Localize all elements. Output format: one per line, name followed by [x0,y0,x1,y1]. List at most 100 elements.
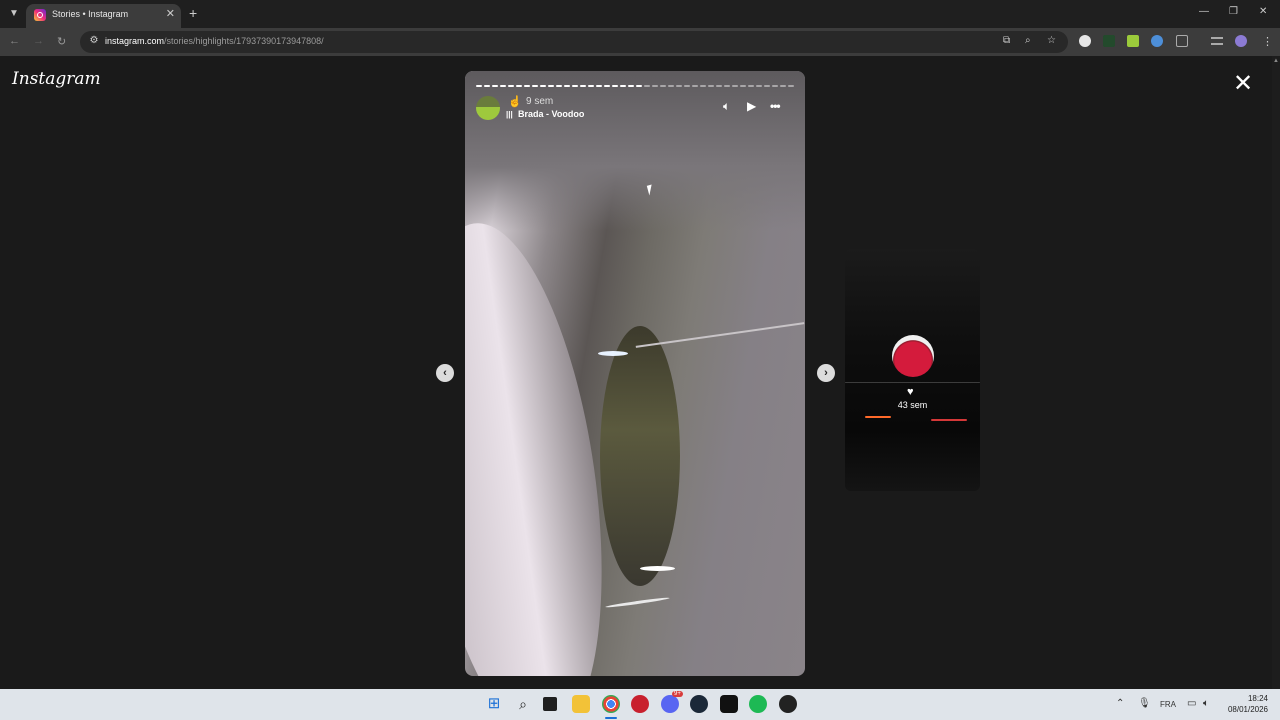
play-icon[interactable]: ▶ [747,99,756,113]
progress-segment [492,85,498,87]
progress-segment [484,85,490,87]
preview-horizon [845,382,980,383]
task-view-icon[interactable] [543,697,557,711]
progress-segment [580,85,586,87]
story-viewer[interactable]: ☝ 9 sem ||| Brada - Voodoo 🔈︎ ▶ ••• [465,71,805,676]
story-time-ago: 9 sem [526,96,554,107]
browser-menu-icon[interactable]: ⋮ [1262,35,1273,48]
progress-segment [556,85,562,87]
chrome-icon[interactable] [602,695,620,713]
progress-segment [716,85,722,87]
progress-segment [756,85,762,87]
extension-3-icon[interactable] [1127,35,1139,47]
progress-segment [612,85,618,87]
next-story-preview[interactable]: ♥ 43 sem [845,249,980,491]
page-scrollbar[interactable] [1272,56,1280,689]
preview-light [931,419,967,421]
next-story-button[interactable]: › [817,364,835,382]
progress-segment [604,85,610,87]
minimize-button[interactable]: — [1199,6,1209,17]
progress-segment [764,85,770,87]
spotify-icon[interactable] [749,695,767,713]
instagram-favicon-icon [34,9,46,21]
close-stories-icon[interactable]: ✕ [1233,72,1253,96]
window-close-button[interactable]: ✕ [1259,6,1267,17]
star-icon[interactable]: ☆ [1047,35,1056,46]
new-tab-button[interactable]: + [189,5,197,21]
volume-icon[interactable]: 🔈︎ [723,99,730,114]
progress-segment [508,85,514,87]
tab-title: Stories • Instagram [52,9,129,19]
clock-time: 18:24 [1247,694,1268,703]
progress-segment [740,85,746,87]
extension-1-icon[interactable] [1079,35,1091,47]
progress-segment [564,85,570,87]
tray-overflow-icon[interactable]: ⌃ [1116,698,1124,709]
speaker-icon[interactable]: 🔈︎ [1203,698,1209,709]
progress-segment [692,85,698,87]
progress-segment [788,85,794,87]
progress-segment [700,85,706,87]
tab-instagram-stories[interactable]: Stories • Instagram ✕ [26,4,181,28]
app-black-icon[interactable] [720,695,738,713]
tab-search-chevron-icon[interactable]: ▼ [6,6,22,22]
reading-list-icon[interactable] [1211,37,1223,45]
extension-4-icon[interactable] [1151,35,1163,47]
scroll-up-icon[interactable]: ▲ [1272,58,1280,64]
instagram-logo[interactable]: Instagram [12,69,101,89]
progress-segment [588,85,594,87]
clock-date: 08/01/2026 [1227,705,1268,714]
network-icon[interactable]: ▭ [1187,698,1196,709]
avatar[interactable] [476,96,500,120]
taskbar-clock[interactable]: 18:24 08/01/2026 [1218,693,1268,715]
blur-rail [635,322,805,348]
tab-close-icon[interactable]: ✕ [166,7,175,20]
progress-segment [676,85,682,87]
address-bar[interactable]: ⚙ instagram.com/stories/highlights/17937… [80,31,1068,53]
preview-time-ago: 43 sem [897,400,928,410]
windows-start-icon[interactable]: ⊞ [485,695,503,713]
progress-segment [476,85,482,87]
music-bars-icon: ||| [506,110,513,119]
reload-icon[interactable]: ↻ [57,35,66,48]
previous-story-button[interactable]: ‹ [436,364,454,382]
forward-icon[interactable]: → [33,35,44,47]
blur-light [605,596,670,609]
browser-tab-strip: ▼ Stories • Instagram ✕ + — ❐ ✕ [0,0,1280,28]
extension-2-icon[interactable] [1103,35,1115,47]
progress-segment [724,85,730,87]
cast-icon[interactable]: ⧉ [1003,35,1010,46]
steam-icon[interactable] [690,695,708,713]
maximize-button[interactable]: ❐ [1229,6,1238,17]
progress-segment [644,85,650,87]
url-text[interactable]: instagram.com/stories/highlights/1793739… [105,36,324,46]
progress-segment [572,85,578,87]
extensions-puzzle-icon[interactable] [1176,35,1188,47]
zoom-icon[interactable]: ⌕ [1025,35,1031,46]
chevron-left-icon: ‹ [443,367,447,379]
windows-taskbar: ⊞ ⌕ 9+ ⌃ 🎙︎ FRA ▭ 🔈︎ 18:24 08/01/2026 [0,689,1280,720]
site-info-icon[interactable]: ⚙ [87,35,101,49]
more-icon[interactable]: ••• [770,99,781,113]
discord-icon[interactable] [661,695,679,713]
story-progress-bar [476,85,794,87]
profile-avatar[interactable] [1235,35,1247,47]
url-host: instagram.com [105,36,165,46]
file-explorer-icon[interactable] [572,695,590,713]
microphone-icon[interactable]: 🎙︎ [1138,698,1151,709]
progress-segment [684,85,690,87]
url-path: /stories/highlights/17937390173947808/ [164,36,324,46]
progress-segment [636,85,642,87]
story-song[interactable]: Brada - Voodoo [518,109,584,119]
language-indicator[interactable]: FRA [1160,700,1176,709]
app-dark-icon[interactable] [779,695,797,713]
app-red-icon[interactable] [631,695,649,713]
discord-badge: 9+ [672,691,683,697]
progress-segment [732,85,738,87]
blur-light [640,566,675,571]
blur-light [598,351,628,356]
active-app-indicator [605,717,617,719]
search-icon[interactable]: ⌕ [514,695,532,713]
back-icon[interactable]: ← [9,35,20,47]
progress-segment [500,85,506,87]
